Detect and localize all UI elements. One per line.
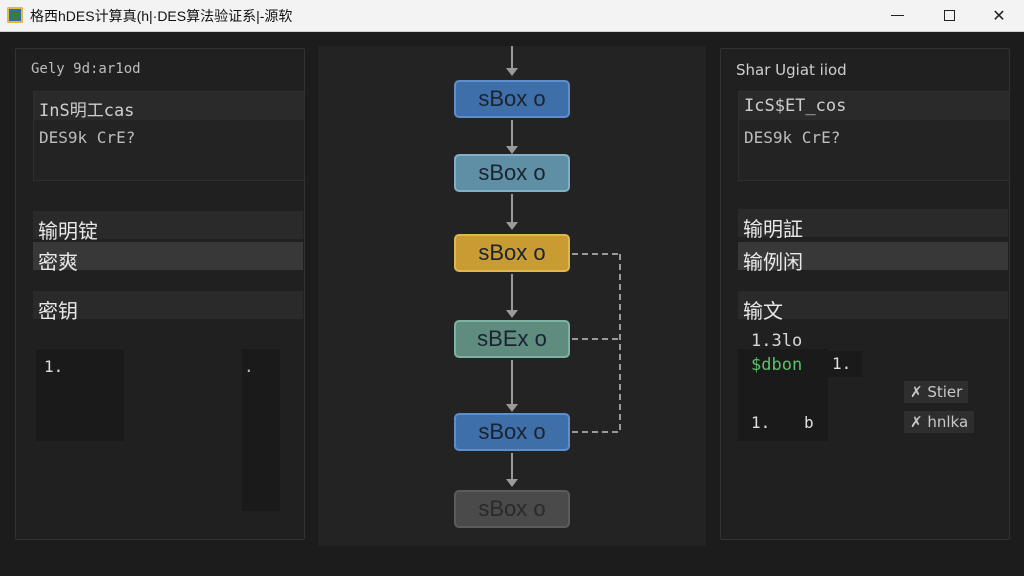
- title-bar: 格西hDES计算真(h|·DES算法验证系|-源软 ✕: [0, 0, 1024, 32]
- minimize-button[interactable]: [874, 0, 920, 31]
- stier-chip[interactable]: ✗ Stier: [904, 381, 969, 403]
- right-panel: Shar Ugiat iiod IcS$ET_cos DES9k CrE? 输明…: [720, 48, 1010, 540]
- maximize-button[interactable]: [926, 0, 972, 31]
- left-field-2: DES9k CrE?: [39, 128, 136, 147]
- list-item-1: 1.: [44, 357, 64, 376]
- log-line-2b-block: 1.: [828, 351, 862, 377]
- right-info-group: IcS$ET_cos DES9k CrE?: [738, 91, 1010, 181]
- left-field-1[interactable]: InS明工cas: [34, 92, 304, 121]
- left-list-block: 1.: [36, 349, 124, 441]
- sbox-flow-diagram: sBox o sBox o sBox o sBEx o sBox o sBox …: [318, 46, 706, 546]
- feedback-connectors: [572, 253, 621, 433]
- log-line-3a: 1.: [751, 413, 771, 432]
- close-button[interactable]: ✕: [976, 0, 1022, 31]
- output-row[interactable]: 输明証: [738, 209, 1008, 241]
- log-line-1: 1.3lo: [751, 331, 803, 351]
- app-icon: [7, 7, 23, 23]
- right-log-block: $dbon 1. b: [738, 349, 828, 441]
- right-field-2: DES9k CrE?: [744, 128, 841, 147]
- left-scroll-block[interactable]: .: [242, 349, 280, 511]
- maximize-icon: [943, 10, 955, 21]
- log-line-3b: b: [804, 413, 814, 432]
- left-panel-header: Gely 9d:ar1od: [31, 61, 141, 77]
- cipher-row[interactable]: 输文: [738, 291, 1008, 323]
- left-panel: Gely 9d:ar1od InS明工cas DES9k CrE? 输明锭 密爽…: [15, 48, 305, 540]
- key-row[interactable]: 密钥: [33, 291, 303, 323]
- left-info-group: InS明工cas DES9k CrE?: [33, 91, 305, 181]
- output-alt-row[interactable]: 输例闲: [738, 242, 1008, 274]
- key-alt-row[interactable]: 密爽: [33, 242, 303, 274]
- minimize-icon: [890, 15, 904, 16]
- window-title: 格西hDES计算真(h|·DES算法验证系|-源软: [30, 8, 293, 24]
- hnlka-chip[interactable]: ✗ hnlka: [904, 411, 975, 433]
- right-field-1[interactable]: IcS$ET_cos: [739, 92, 1009, 120]
- log-line-2b: 1.: [832, 354, 852, 373]
- workspace: Gely 9d:ar1od InS明工cas DES9k CrE? 输明锭 密爽…: [0, 32, 1024, 576]
- close-icon: ✕: [992, 6, 1006, 25]
- log-line-2: $dbon: [751, 355, 803, 375]
- input-row[interactable]: 输明锭: [33, 211, 303, 243]
- list-item-2: .: [244, 357, 254, 376]
- right-panel-header: Shar Ugiat iiod: [736, 61, 847, 79]
